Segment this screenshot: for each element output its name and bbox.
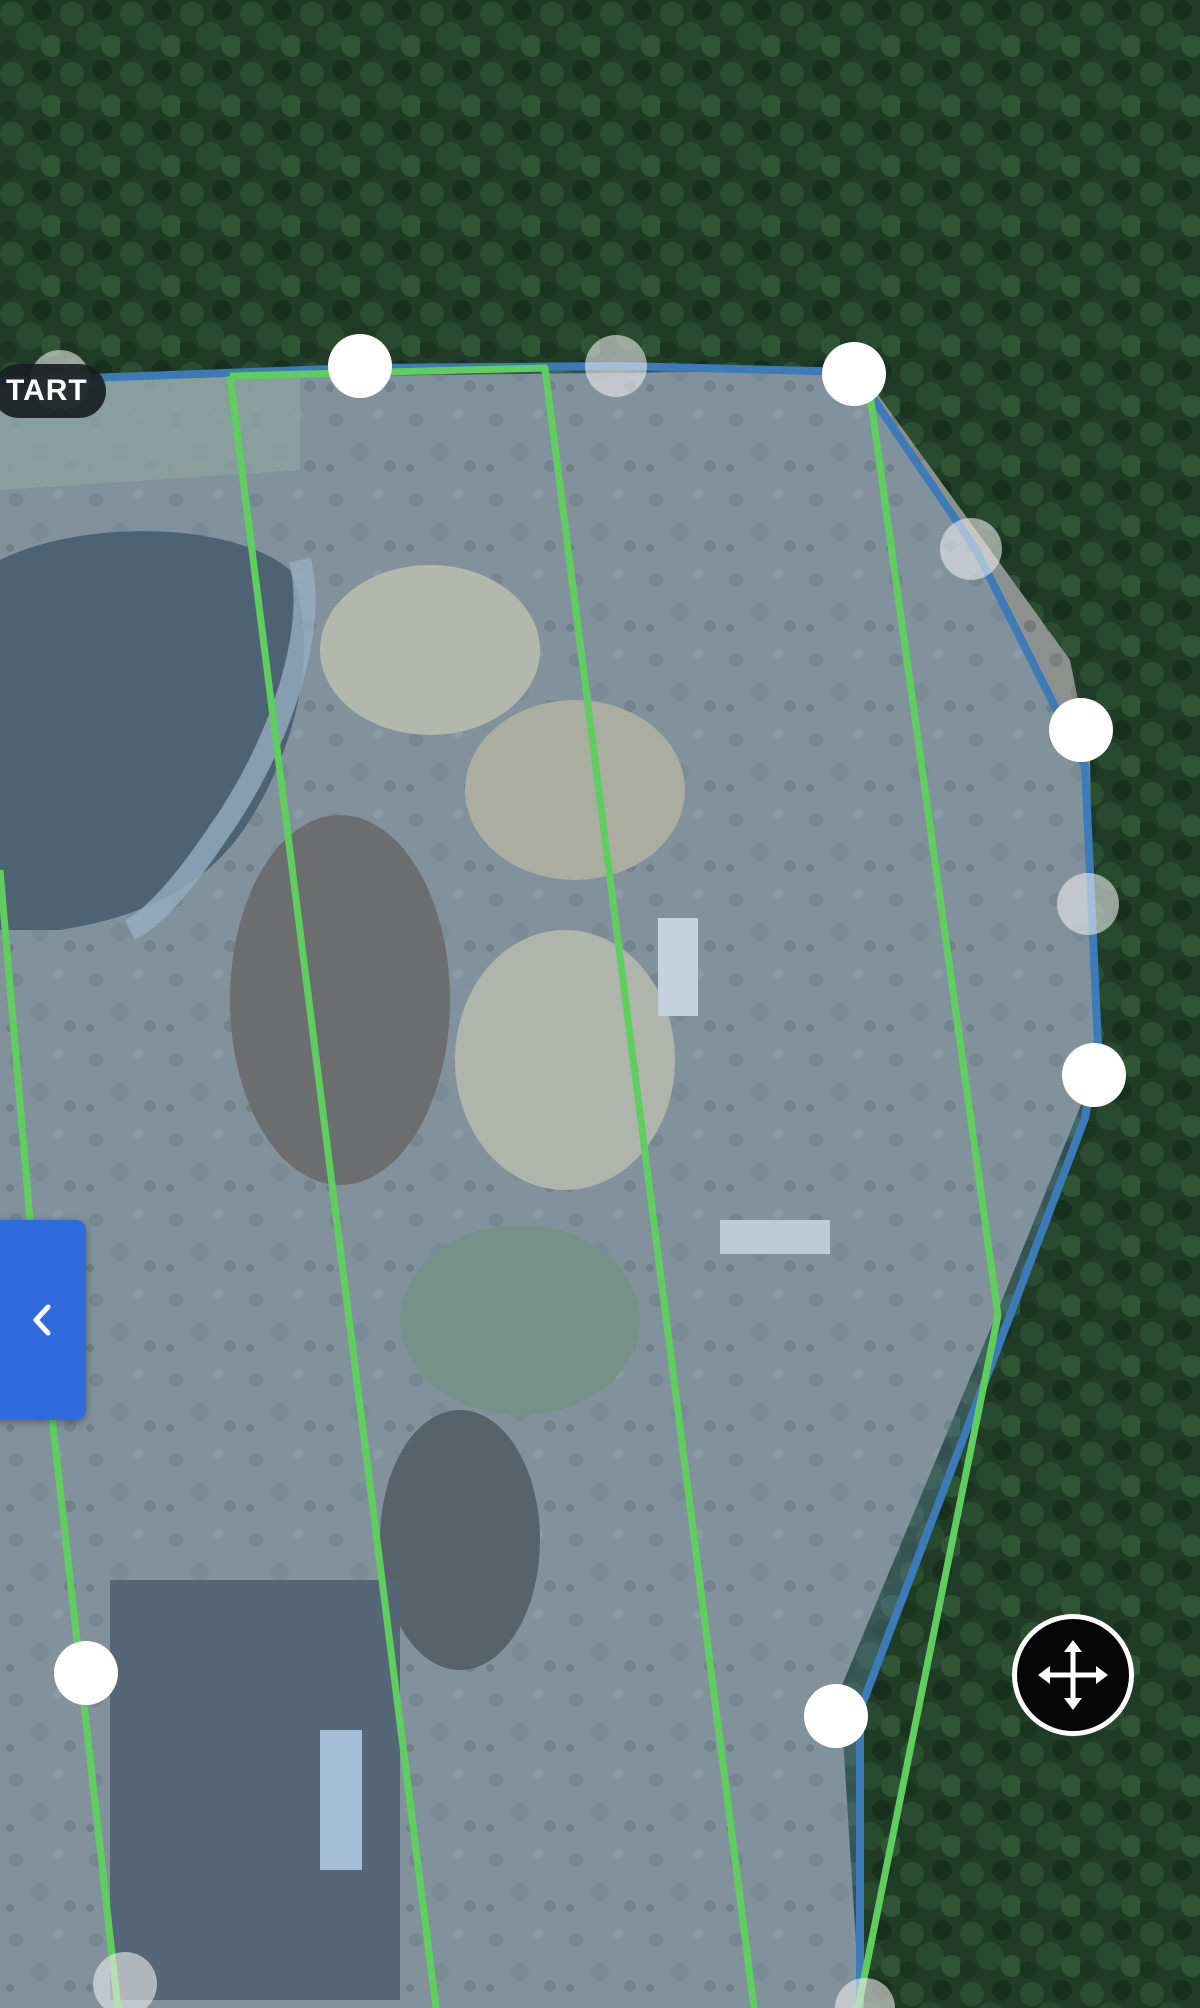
- start-marker-badge: TART: [0, 364, 106, 418]
- move-arrows-icon: [1038, 1640, 1108, 1710]
- map-view[interactable]: TART: [0, 0, 1200, 2008]
- start-marker-label: TART: [6, 374, 88, 407]
- midpoint-handle[interactable]: [1057, 873, 1119, 935]
- midpoint-handle[interactable]: [940, 518, 1002, 580]
- move-area-button[interactable]: [1012, 1614, 1134, 1736]
- collapse-panel-button[interactable]: [0, 1220, 86, 1420]
- vertex-handle[interactable]: [804, 1684, 868, 1748]
- midpoint-handle[interactable]: [585, 335, 647, 397]
- vertex-handle[interactable]: [822, 342, 886, 406]
- vertex-handle[interactable]: [1049, 698, 1113, 762]
- vertex-handle[interactable]: [1062, 1043, 1126, 1107]
- vertex-handle[interactable]: [328, 334, 392, 398]
- vertex-handle[interactable]: [54, 1641, 118, 1705]
- chevron-left-icon: [33, 1304, 51, 1336]
